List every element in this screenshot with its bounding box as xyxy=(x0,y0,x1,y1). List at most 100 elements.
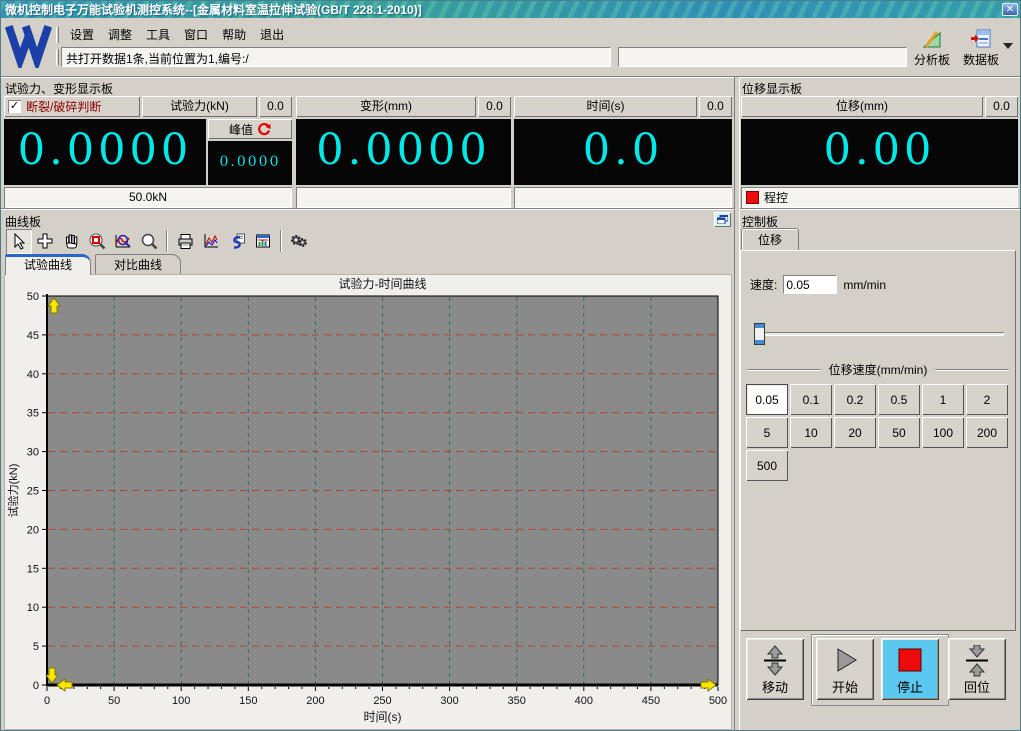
status-text: 共打开数据1条,当前位置为1,编号:/ xyxy=(66,52,249,66)
svg-text:20: 20 xyxy=(27,524,39,536)
svg-text:150: 150 xyxy=(239,695,257,707)
divider xyxy=(1,208,734,210)
speed-preset-button[interactable]: 20 xyxy=(834,417,876,448)
speed-preset-grid: 0.05 0.1 0.2 0.5 1 2 5 10 20 50 100 200 … xyxy=(746,384,1012,483)
svg-text:45: 45 xyxy=(27,330,39,342)
data-panel-button[interactable]: 数据板 xyxy=(956,28,1006,68)
svg-text:25: 25 xyxy=(27,486,39,498)
move-button[interactable]: 移动 xyxy=(746,638,804,700)
svg-text:500: 500 xyxy=(709,695,727,707)
svg-text:50: 50 xyxy=(108,695,120,707)
force-time-chart: 0501001502002503003504004505000510152025… xyxy=(5,275,731,729)
return-arrows-icon xyxy=(962,645,992,677)
peak-reset-icon[interactable] xyxy=(257,122,271,136)
slider-track[interactable] xyxy=(754,332,1004,336)
deform-rate-value: 0.0 xyxy=(478,96,511,117)
time-rate-value: 0.0 xyxy=(699,96,732,117)
speed-preset-button[interactable]: 5 xyxy=(746,417,788,448)
menu-item-settings[interactable]: 设置 xyxy=(63,25,101,44)
title-bar: 微机控制电子万能试验机测控系统--[金属材料室温拉伸试验(GB/T 228.1-… xyxy=(1,1,1021,18)
status-box-secondary xyxy=(618,47,907,67)
break-judge-label: 断裂/破碎判断 xyxy=(26,98,101,115)
toolbar-separator xyxy=(280,230,282,252)
svg-text:50: 50 xyxy=(27,291,39,303)
stop-button[interactable]: 停止 xyxy=(881,638,939,700)
menu-item-adjust[interactable]: 调整 xyxy=(101,25,139,44)
curve-tabs: 试验曲线 对比曲线 xyxy=(5,254,185,275)
program-control-label: 程控 xyxy=(764,188,788,208)
svg-text:250: 250 xyxy=(373,695,391,707)
peak-value-display: 0.0000 xyxy=(208,141,292,185)
svg-text:350: 350 xyxy=(508,695,526,707)
divider xyxy=(935,369,1009,371)
analysis-label: 分析板 xyxy=(907,51,957,68)
speed-input[interactable] xyxy=(783,275,837,294)
menu-item-tools[interactable]: 工具 xyxy=(139,25,177,44)
speed-preset-button[interactable]: 50 xyxy=(878,417,920,448)
time-header-button[interactable]: 时间(s) xyxy=(514,96,697,117)
cursor-select-icon[interactable] xyxy=(6,229,32,254)
speed-preset-button[interactable]: 1 xyxy=(922,384,964,415)
close-button[interactable]: ✕ xyxy=(1002,3,1018,16)
speed-preset-button[interactable]: 200 xyxy=(966,417,1008,448)
restore-window-icon xyxy=(717,215,728,224)
zoom-curve-icon[interactable] xyxy=(110,229,136,254)
speed-preset-button[interactable]: 0.2 xyxy=(834,384,876,415)
data-window-icon[interactable] xyxy=(250,229,276,254)
svg-text:0: 0 xyxy=(44,695,50,707)
chart-area[interactable]: 0501001502002503003504004505000510152025… xyxy=(4,274,732,730)
tab-compare-curve[interactable]: 对比曲线 xyxy=(95,254,181,275)
speed-preset-button[interactable]: 500 xyxy=(746,450,788,481)
divider xyxy=(747,369,821,371)
svg-text:试验力-时间曲线: 试验力-时间曲线 xyxy=(339,276,427,291)
speed-slider[interactable] xyxy=(754,323,1004,345)
break-judge-checkbox[interactable]: ✓ 断裂/破碎判断 xyxy=(4,96,140,117)
move-cross-icon[interactable] xyxy=(32,229,58,254)
play-icon xyxy=(830,645,860,675)
print-icon[interactable] xyxy=(172,229,198,254)
force-range-label: 50.0kN xyxy=(4,187,292,208)
zoom-box-icon[interactable] xyxy=(84,229,110,254)
magnifier-icon[interactable] xyxy=(136,229,162,254)
data-board-icon xyxy=(970,28,992,50)
speed-preset-button[interactable]: 100 xyxy=(922,417,964,448)
pan-hand-icon[interactable] xyxy=(58,229,84,254)
menu-item-window[interactable]: 窗口 xyxy=(177,25,215,44)
slider-thumb[interactable] xyxy=(754,323,765,345)
svg-text:400: 400 xyxy=(575,695,593,707)
menu-item-exit[interactable]: 退出 xyxy=(253,25,291,44)
speed-preset-button[interactable]: 0.5 xyxy=(878,384,920,415)
svg-text:30: 30 xyxy=(27,447,39,459)
status-text-box: 共打开数据1条,当前位置为1,编号:/ xyxy=(61,47,611,67)
analysis-panel-button[interactable]: 分析板 xyxy=(907,28,957,68)
menu-item-help[interactable]: 帮助 xyxy=(215,25,253,44)
displacement-display-unit: 位移(mm) 0.0 0.00 程控 xyxy=(741,96,1018,208)
speed-preset-button[interactable]: 10 xyxy=(790,417,832,448)
panel-restore-button[interactable] xyxy=(714,212,731,227)
home-button[interactable]: 回位 xyxy=(948,638,1006,700)
displacement-header-button[interactable]: 位移(mm) xyxy=(741,96,983,117)
status-row: 共打开数据1条,当前位置为1,编号:/ xyxy=(1,47,1021,69)
deform-header-button[interactable]: 变形(mm) xyxy=(296,96,476,117)
menu-grip xyxy=(56,27,59,43)
copy-curve-icon[interactable] xyxy=(224,229,250,254)
tab-displacement[interactable]: 位移 xyxy=(741,228,799,251)
deform-display-unit: 变形(mm) 0.0 0.0000 xyxy=(296,96,511,208)
speed-preset-button[interactable]: 0.05 xyxy=(746,384,788,415)
gears-icon[interactable] xyxy=(286,229,312,254)
speed-row: 速度: mm/min xyxy=(750,275,886,294)
displacement-panel-title: 位移显示板 xyxy=(742,80,802,97)
tab-test-curve[interactable]: 试验曲线 xyxy=(5,254,91,275)
svg-text:450: 450 xyxy=(642,695,660,707)
program-control-indicator-icon xyxy=(746,191,759,204)
speed-preset-button[interactable]: 2 xyxy=(966,384,1008,415)
force-header-button[interactable]: 试验力(kN) xyxy=(142,96,257,117)
speed-preset-button[interactable]: 0.1 xyxy=(790,384,832,415)
displacement-value-display: 0.00 xyxy=(741,119,1018,185)
toolbar-dropdown-arrow-icon[interactable] xyxy=(1003,43,1013,49)
toolbar-separator xyxy=(166,230,168,252)
data-label: 数据板 xyxy=(956,51,1006,68)
start-button[interactable]: 开始 xyxy=(816,638,874,700)
divider xyxy=(740,208,1021,210)
curve-settings-icon[interactable] xyxy=(198,229,224,254)
